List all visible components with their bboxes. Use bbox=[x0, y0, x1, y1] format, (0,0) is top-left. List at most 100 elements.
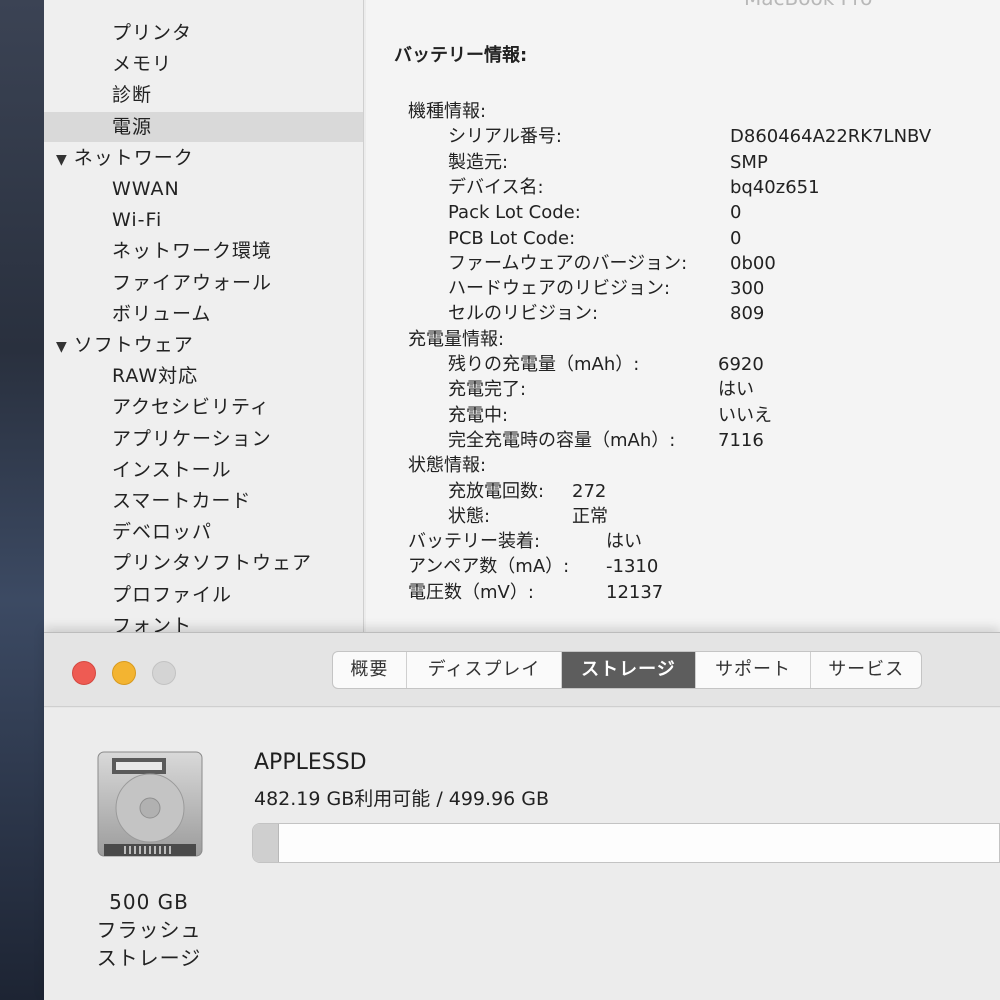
sidebar-item-label: ソフトウェア bbox=[73, 334, 194, 356]
section-heading: 状態情報: bbox=[408, 455, 487, 477]
sidebar-item-label: インストール bbox=[112, 459, 232, 481]
info-value: はい bbox=[606, 531, 642, 553]
info-label: PCB Lot Code: bbox=[448, 227, 576, 249]
disclosure-triangle-icon[interactable]: ▼ bbox=[56, 145, 68, 175]
sidebar-item[interactable]: Wi-Fi bbox=[44, 205, 363, 235]
sidebar-item[interactable]: ネットワーク環境 bbox=[44, 236, 363, 266]
tab-1[interactable]: ディスプレイ bbox=[407, 652, 563, 688]
info-label: 状態: bbox=[448, 505, 491, 527]
sidebar-group[interactable]: ▼ ソフトウェア bbox=[44, 330, 363, 362]
minimize-button[interactable] bbox=[112, 661, 136, 685]
sidebar: プリンタ メモリ 診断 電源 ▼ ネットワーク WWAN Wi-Fi ネットワーク環境 ファイアウ… bbox=[44, 0, 364, 640]
sidebar-item[interactable]: メモリ bbox=[44, 49, 363, 79]
sidebar-item[interactable]: プリンタソフトウェア bbox=[44, 548, 363, 578]
desktop-background bbox=[0, 0, 44, 1000]
info-value: 0 bbox=[730, 202, 742, 224]
sidebar-item-label: Wi-Fi bbox=[112, 209, 163, 231]
info-value: 272 bbox=[572, 480, 607, 502]
info-value: 6920 bbox=[718, 354, 764, 375]
sidebar-item[interactable]: ボリューム bbox=[44, 299, 363, 329]
info-label: Pack Lot Code: bbox=[448, 202, 581, 224]
sidebar-item-label: アプリケーション bbox=[112, 428, 272, 450]
info-label: 充電完了: bbox=[448, 379, 527, 401]
info-label: セルのリビジョン: bbox=[448, 303, 599, 325]
info-label: 製造元: bbox=[448, 151, 509, 173]
tab-3[interactable]: サポート bbox=[696, 652, 812, 688]
sidebar-item[interactable]: プロファイル bbox=[44, 580, 363, 610]
drive-type-label: フラッシュ bbox=[96, 918, 202, 942]
storage-usage-bar bbox=[252, 823, 1000, 863]
system-information-window: プリンタ メモリ 診断 電源 ▼ ネットワーク WWAN Wi-Fi ネットワーク環境 ファイアウ… bbox=[44, 0, 1000, 640]
info-value: 0 bbox=[730, 227, 742, 249]
sidebar-item[interactable]: アプリケーション bbox=[44, 424, 363, 454]
info-label: 充放電回数: bbox=[448, 480, 545, 502]
storage-used-fill bbox=[253, 824, 280, 862]
close-button[interactable] bbox=[72, 661, 96, 685]
info-label: ファームウェアのバージョン: bbox=[448, 252, 688, 274]
tab-0[interactable]: 概要 bbox=[333, 652, 407, 688]
sidebar-item[interactable]: ファイアウォール bbox=[44, 268, 363, 298]
zoom-button[interactable] bbox=[152, 661, 176, 685]
info-label: シリアル番号: bbox=[448, 126, 562, 148]
info-value: SMP bbox=[730, 151, 768, 173]
sidebar-item[interactable]: デベロッパ bbox=[44, 517, 363, 547]
sidebar-item[interactable]: アクセシビリティ bbox=[44, 392, 363, 422]
info-label: 電圧数（mV）: bbox=[408, 581, 534, 603]
info-value: 12137 bbox=[606, 581, 664, 603]
about-this-mac-window: 概要 ディスプレイ ストレージ サポート サービス 500 GB フラッシュ ス… bbox=[44, 632, 1000, 1000]
sidebar-item[interactable]: プリンタ bbox=[44, 18, 363, 48]
sidebar-item[interactable]: 電源 bbox=[44, 112, 363, 142]
sidebar-item[interactable]: 診断 bbox=[44, 80, 363, 110]
sidebar-item-label: ボリューム bbox=[112, 303, 212, 325]
sidebar-item-label: ネットワーク bbox=[73, 147, 194, 169]
info-value: 正常 bbox=[572, 505, 608, 527]
battery-info-panel: バッテリー情報: 機種情報: シリアル番号: D860464A22RK7LNBV 製造… bbox=[366, 0, 1000, 640]
sidebar-item-label: スマートカード bbox=[112, 490, 252, 512]
info-value: はい bbox=[718, 379, 754, 401]
volume-space: 482.19 GB利用可能 / 499.96 GB bbox=[254, 788, 550, 810]
disclosure-triangle-icon[interactable]: ▼ bbox=[56, 332, 68, 362]
info-value: bq40z651 bbox=[730, 176, 820, 198]
info-label: 残りの充電量（mAh）: bbox=[448, 354, 640, 375]
sidebar-item-label: アクセシビリティ bbox=[112, 396, 270, 418]
sidebar-item-label: デベロッパ bbox=[112, 521, 213, 543]
storage-panel: 500 GB フラッシュ ストレージ APPLESSD 482.19 GB利用可… bbox=[44, 708, 1000, 1000]
sidebar-group[interactable]: ▼ ネットワーク bbox=[44, 143, 363, 175]
tab-4[interactable]: サービス bbox=[811, 652, 921, 688]
info-label: デバイス名: bbox=[448, 176, 544, 198]
info-value: 0b00 bbox=[730, 252, 776, 274]
sidebar-item-label: プリンタ bbox=[112, 22, 193, 44]
sidebar-item-label: 診断 bbox=[112, 84, 153, 106]
drive-type-label-2: ストレージ bbox=[96, 946, 202, 970]
tab-bar: 概要 ディスプレイ ストレージ サポート サービス bbox=[332, 651, 922, 689]
drive-caption: 500 GB フラッシュ ストレージ bbox=[84, 888, 214, 972]
sidebar-item-label: 電源 bbox=[112, 116, 153, 138]
info-value: 300 bbox=[730, 278, 765, 300]
hard-drive-icon bbox=[97, 751, 203, 857]
tab-2[interactable]: ストレージ bbox=[562, 652, 696, 688]
info-value: 809 bbox=[730, 303, 765, 325]
sidebar-item-label: RAW対応 bbox=[112, 365, 199, 387]
sidebar-item-label: プリンタソフトウェア bbox=[112, 552, 313, 574]
info-label: 完全充電時の容量（mAh）: bbox=[448, 429, 676, 451]
sidebar-item-label: ネットワーク環境 bbox=[112, 240, 273, 262]
info-value: 7116 bbox=[718, 429, 764, 451]
volume-name: APPLESSD bbox=[254, 750, 367, 775]
info-label: アンペア数（mA）: bbox=[408, 556, 570, 578]
info-value: -1310 bbox=[606, 556, 659, 578]
sidebar-item-label: プロファイル bbox=[112, 584, 233, 606]
toolbar: 概要 ディスプレイ ストレージ サポート サービス bbox=[44, 633, 1000, 707]
info-label: ハードウェアのリビジョン: bbox=[448, 278, 671, 300]
info-label: 充電中: bbox=[448, 404, 509, 426]
battery-info-title: バッテリー情報: bbox=[394, 45, 528, 66]
section-heading: 充電量情報: bbox=[408, 328, 505, 350]
sidebar-item[interactable]: スマートカード bbox=[44, 486, 363, 516]
section-heading: 機種情報: bbox=[408, 101, 487, 122]
sidebar-item[interactable]: RAW対応 bbox=[44, 361, 363, 391]
window-title: MacBook Pro bbox=[744, 0, 872, 10]
info-value: D860464A22RK7LNBV bbox=[730, 126, 932, 148]
sidebar-item[interactable]: インストール bbox=[44, 455, 363, 485]
sidebar-item-label: ファイアウォール bbox=[112, 272, 273, 294]
sidebar-item[interactable]: WWAN bbox=[44, 174, 363, 204]
info-value: いいえ bbox=[718, 404, 772, 426]
